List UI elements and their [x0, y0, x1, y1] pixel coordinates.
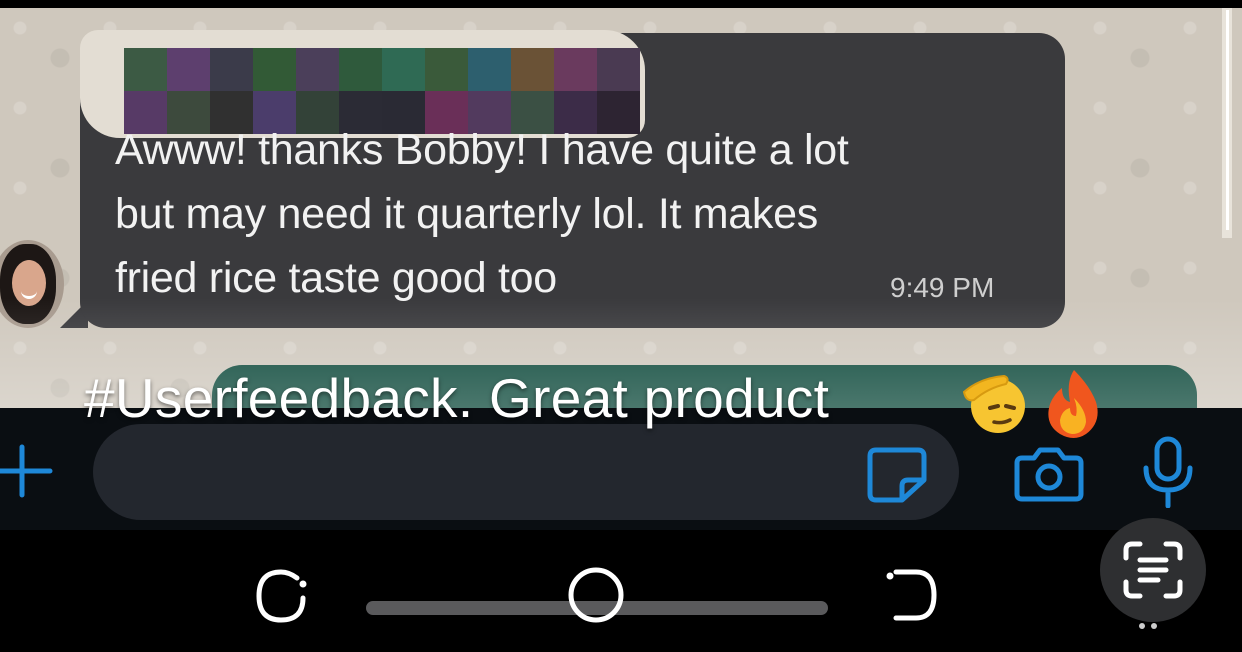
message-input-field[interactable]: [93, 424, 959, 520]
screenshot-frame: Awww! thanks Bobby! I have quite a lot b…: [0, 0, 1242, 652]
text-scan-button[interactable]: [1100, 518, 1206, 622]
scrollbar[interactable]: [1226, 10, 1229, 230]
redaction-pixel: [425, 48, 468, 91]
sticker-icon[interactable]: [866, 446, 928, 504]
fire-emoji: [1048, 370, 1098, 438]
message-text: Awww! thanks Bobby! I have quite a lot b…: [115, 118, 1015, 310]
redaction-pixel: [339, 48, 382, 91]
back-icon[interactable]: [884, 568, 940, 622]
redaction-pixel: [210, 48, 253, 91]
redaction-pixel: [468, 48, 511, 91]
redaction-pixel: [511, 48, 554, 91]
redaction-pixel: [382, 48, 425, 91]
redaction-pixel: [124, 48, 167, 91]
more-dots-icon: [1139, 623, 1157, 629]
redaction-pixel: [296, 48, 339, 91]
overlay-caption: #Userfeedback. Great product: [84, 367, 830, 429]
redaction-pixel: [167, 48, 210, 91]
plus-icon[interactable]: [0, 443, 54, 499]
redaction-pixel: [597, 48, 640, 91]
redaction-pixel: [554, 48, 597, 91]
redaction-pixel: [253, 48, 296, 91]
message-line: but may need it quarterly lol. It makes: [115, 190, 818, 238]
microphone-icon[interactable]: [1140, 436, 1196, 508]
home-icon[interactable]: [566, 566, 626, 624]
text-scan-icon: [1123, 541, 1183, 599]
camera-icon[interactable]: [1014, 446, 1084, 502]
recent-apps-icon[interactable]: [253, 568, 311, 624]
message-line: Awww! thanks Bobby! I have quite a lot: [115, 126, 849, 174]
salute-emoji: [962, 374, 1025, 433]
